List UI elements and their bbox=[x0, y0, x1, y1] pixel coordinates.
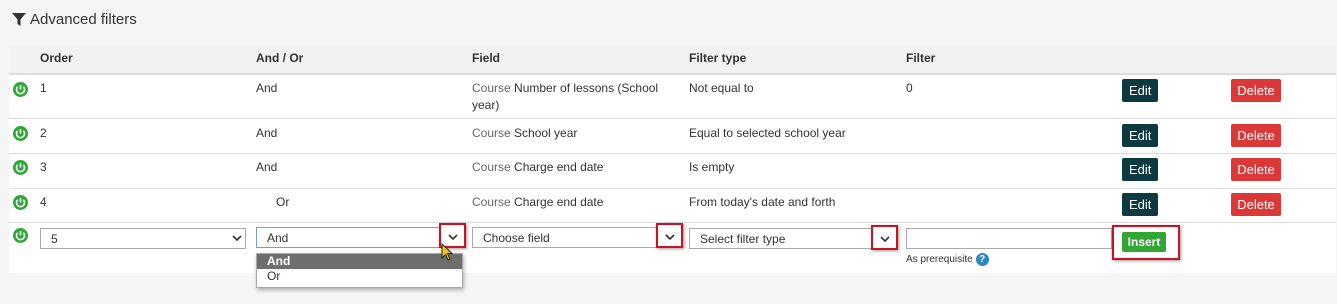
header-filter: Filter bbox=[906, 51, 936, 65]
filter-input[interactable] bbox=[906, 228, 1112, 249]
delete-button[interactable]: Delete bbox=[1231, 193, 1281, 216]
edit-button[interactable]: Edit bbox=[1122, 124, 1159, 147]
filter-icon bbox=[12, 12, 26, 26]
delete-button[interactable]: Delete bbox=[1231, 158, 1281, 181]
field-dropdown-toggle[interactable] bbox=[656, 223, 683, 248]
field-value: Course Charge end date bbox=[472, 160, 604, 174]
prerequisite-label: As prerequisite ? bbox=[906, 253, 989, 266]
power-toggle[interactable] bbox=[13, 195, 28, 210]
filters-table: Order And / Or Field Filter type Filter … bbox=[9, 45, 1336, 288]
table-header: Order And / Or Field Filter type Filter bbox=[9, 45, 1336, 75]
section-title-text: Advanced filters bbox=[30, 11, 137, 28]
edit-button[interactable]: Edit bbox=[1122, 193, 1159, 216]
table-row: 4 Or Course Charge end date From today's… bbox=[9, 189, 1336, 223]
filter-type-value: From today's date and forth bbox=[689, 195, 836, 209]
power-toggle[interactable] bbox=[13, 126, 28, 141]
order-select[interactable]: 5 bbox=[40, 228, 246, 249]
power-icon bbox=[15, 198, 26, 208]
header-order: Order bbox=[40, 51, 73, 65]
filter-type-select-placeholder: Select filter type bbox=[700, 232, 786, 246]
and-or-value: And bbox=[256, 160, 278, 174]
chevron-down-icon bbox=[665, 234, 675, 241]
edit-button[interactable]: Edit bbox=[1122, 79, 1159, 102]
header-and-or: And / Or bbox=[256, 51, 304, 65]
delete-button[interactable]: Delete bbox=[1231, 79, 1281, 102]
field-select-placeholder: Choose field bbox=[483, 231, 550, 245]
order-value: 1 bbox=[40, 81, 47, 95]
chevron-down-icon bbox=[232, 235, 242, 242]
advanced-filters-title[interactable]: Advanced filters bbox=[12, 11, 137, 28]
and-or-value: Or bbox=[276, 195, 290, 209]
and-or-dropdown-list: And Or bbox=[256, 253, 463, 288]
dropdown-option-or[interactable]: Or bbox=[257, 269, 462, 284]
power-icon bbox=[15, 231, 26, 241]
edit-button[interactable]: Edit bbox=[1122, 158, 1159, 181]
power-toggle[interactable] bbox=[13, 228, 28, 243]
prerequisite-text: As prerequisite bbox=[906, 254, 973, 265]
filter-type-value: Is empty bbox=[689, 160, 735, 174]
delete-button[interactable]: Delete bbox=[1231, 124, 1281, 147]
table-row: 2 And Course School year Equal to select… bbox=[9, 119, 1336, 154]
filter-type-select[interactable]: Select filter type bbox=[689, 228, 895, 249]
power-icon bbox=[15, 163, 26, 173]
power-toggle[interactable] bbox=[13, 160, 28, 175]
table-row: 3 And Course Charge end date Is empty Ed… bbox=[9, 154, 1336, 189]
field-value: Course Charge end date bbox=[472, 195, 604, 209]
dropdown-option-and[interactable]: And bbox=[257, 254, 462, 269]
field-value: Course Number of lessons (School year) bbox=[472, 81, 659, 112]
insert-highlight: Insert bbox=[1112, 225, 1180, 260]
table-row: 1 And Course Number of lessons (School y… bbox=[9, 75, 1336, 119]
and-or-select-value: And bbox=[267, 231, 289, 245]
insert-button[interactable]: Insert bbox=[1122, 232, 1166, 252]
field-select[interactable]: Choose field bbox=[472, 227, 678, 248]
filter-type-value: Not equal to bbox=[689, 81, 754, 95]
header-filter-type: Filter type bbox=[689, 51, 747, 65]
filter-value: 0 bbox=[906, 81, 913, 95]
filter-type-value: Equal to selected school year bbox=[689, 126, 846, 140]
order-value: 3 bbox=[40, 160, 47, 174]
order-value: 4 bbox=[40, 195, 47, 209]
power-icon bbox=[15, 85, 26, 95]
chevron-down-icon bbox=[448, 234, 458, 241]
field-value: Course School year bbox=[472, 126, 578, 140]
filter-type-dropdown-toggle[interactable] bbox=[871, 225, 898, 250]
and-or-select[interactable]: And bbox=[256, 227, 462, 248]
help-icon[interactable]: ? bbox=[975, 253, 989, 266]
power-icon bbox=[15, 129, 26, 139]
and-or-value: And bbox=[256, 126, 278, 140]
chevron-down-icon bbox=[880, 236, 890, 243]
cursor-icon bbox=[441, 243, 454, 261]
and-or-value: And bbox=[256, 81, 278, 95]
power-toggle[interactable] bbox=[13, 82, 28, 97]
order-select-value: 5 bbox=[51, 232, 58, 246]
order-value: 2 bbox=[40, 126, 47, 140]
header-field: Field bbox=[472, 51, 501, 65]
